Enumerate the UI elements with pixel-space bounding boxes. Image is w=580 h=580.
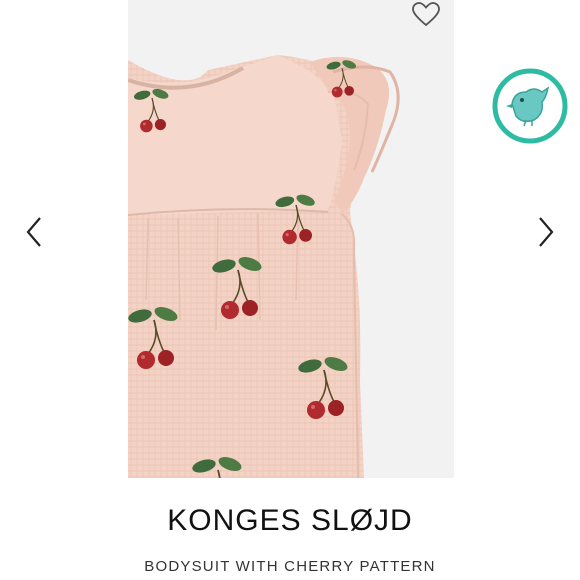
heart-outline-icon[interactable] xyxy=(411,1,441,27)
product-image-gallery[interactable] xyxy=(0,0,580,478)
chevron-left-icon[interactable] xyxy=(25,216,43,248)
brand-name[interactable]: KONGES SLØJD xyxy=(0,504,580,538)
product-title[interactable]: BODYSUIT WITH CHERRY PATTERN xyxy=(0,558,580,575)
chevron-right-icon[interactable] xyxy=(537,216,555,248)
bird-badge-icon[interactable] xyxy=(492,68,568,144)
favorite-button[interactable] xyxy=(408,0,444,28)
product-photo xyxy=(128,0,454,478)
next-image-button[interactable] xyxy=(532,214,560,250)
product-info: KONGES SLØJD BODYSUIT WITH CHERRY PATTER… xyxy=(0,478,580,580)
bodysuit-illustration xyxy=(128,55,400,478)
brand-badge[interactable] xyxy=(492,68,568,144)
previous-image-button[interactable] xyxy=(20,214,48,250)
